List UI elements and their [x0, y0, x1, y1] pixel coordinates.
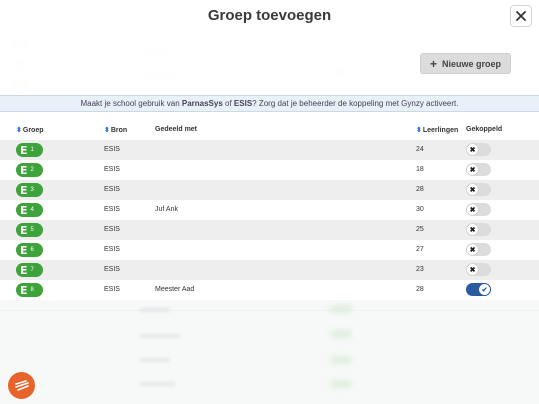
- table-row: E 1 ESIS 24 ✖: [0, 140, 539, 160]
- sort-icon: ⬍: [16, 127, 22, 134]
- plus-icon: +: [429, 56, 437, 71]
- header-shared: Gedeeld met: [155, 126, 197, 133]
- new-group-button[interactable]: + Nieuwe groep: [420, 53, 511, 74]
- cross-icon: ✖: [467, 164, 478, 175]
- linked-toggle[interactable]: ✖: [466, 263, 491, 276]
- badge-number: 3: [30, 187, 34, 193]
- integration-notice: Maakt je school gebruik van ParnasSys of…: [0, 95, 539, 112]
- students-cell: 28: [416, 186, 424, 193]
- modal-title: Groep toevoegen: [207, 7, 332, 24]
- header-shared-label: Gedeeld met: [155, 126, 198, 133]
- header-source-label: Bron: [110, 126, 128, 134]
- linked-toggle[interactable]: ✔: [466, 283, 491, 296]
- cross-icon: ✖: [467, 244, 478, 255]
- table-row: E 3 ESIS 28 ✖: [0, 180, 539, 200]
- check-icon: ✔: [479, 284, 490, 295]
- group-badge: E8: [16, 283, 43, 297]
- students-cell: 23: [416, 266, 424, 273]
- source-cell: ESIS: [104, 266, 120, 273]
- badge-letter: E: [20, 183, 28, 197]
- new-group-label: Nieuwe groep: [442, 58, 502, 69]
- badge-number: 8: [30, 287, 34, 293]
- badge-number: 7: [30, 267, 34, 273]
- notice-system2: ESIS: [233, 99, 253, 108]
- group-badge: E3: [16, 183, 43, 197]
- table-row: E 2 ESIS 18 ✖: [0, 160, 539, 180]
- linked-toggle[interactable]: ✖: [466, 163, 491, 176]
- linked-toggle[interactable]: ✖: [466, 243, 491, 256]
- add-group-modal: Groep toevoegen + Nieuwe groep Maakt je …: [0, 0, 539, 300]
- table-row: E 6 ESIS 27 ✖: [0, 240, 539, 260]
- table-row: E 4 ESIS Juf Ank 30 ✖: [0, 200, 539, 220]
- table-header: ⬍ Groep ⬍ Bron Gedeeld met ⬍ Leerlingen Gek…: [0, 126, 539, 138]
- linked-toggle[interactable]: ✖: [466, 143, 491, 156]
- badge-letter: E: [20, 243, 28, 257]
- header-linked: Gekoppeld: [466, 126, 502, 133]
- badge-number: 1: [30, 147, 34, 153]
- header-linked-label: Gekoppeld: [466, 126, 503, 133]
- badge-number: 6: [30, 247, 34, 253]
- cross-icon: ✖: [467, 204, 478, 215]
- table-row: E 5 ESIS 25 ✖: [0, 220, 539, 240]
- linked-toggle[interactable]: ✖: [466, 223, 491, 236]
- notice-suffix: ? Zorg dat je beheerder de koppeling met…: [252, 99, 459, 108]
- linked-toggle[interactable]: ✖: [466, 183, 491, 196]
- header-source[interactable]: ⬍ Bron: [104, 126, 128, 135]
- cross-icon: ✖: [467, 224, 478, 235]
- close-icon: [516, 11, 526, 21]
- sort-icon: ⬍: [104, 127, 110, 134]
- group-badge: E1: [16, 143, 43, 157]
- students-cell: 25: [416, 226, 424, 233]
- shared-with-cell: Juf Ank: [155, 206, 178, 213]
- source-cell: ESIS: [104, 186, 120, 193]
- badge-letter: E: [20, 203, 28, 217]
- source-cell: ESIS: [104, 166, 120, 173]
- linked-toggle[interactable]: ✖: [466, 203, 491, 216]
- badge-number: 5: [30, 227, 34, 233]
- notice-system1: ParnasSys: [181, 99, 223, 108]
- cross-icon: ✖: [467, 184, 478, 195]
- shared-with-cell: Meester Aad: [155, 286, 195, 293]
- notice-prefix: Maakt je school gebruik van: [80, 99, 182, 108]
- group-badge: E2: [16, 163, 43, 177]
- students-cell: 24: [416, 146, 424, 153]
- group-badge: E7: [16, 263, 43, 277]
- sort-icon: ⬍: [416, 127, 422, 134]
- source-cell: ESIS: [104, 286, 120, 293]
- table-row: E 8 ESIS Meester Aad 28 ✔: [0, 280, 539, 300]
- group-badge: E4: [16, 203, 43, 217]
- cross-icon: ✖: [467, 144, 478, 155]
- header-students[interactable]: ⬍ Leerlingen: [416, 126, 459, 135]
- source-cell: ESIS: [104, 146, 120, 153]
- badge-letter: E: [20, 263, 28, 277]
- group-badge: E5: [16, 223, 43, 237]
- badge-letter: E: [20, 223, 28, 237]
- badge-letter: E: [20, 283, 28, 297]
- gynzy-logo-icon: [14, 379, 29, 391]
- students-cell: 28: [416, 286, 424, 293]
- students-cell: 30: [416, 206, 424, 213]
- notice-mid: of: [222, 99, 234, 108]
- header-students-label: Leerlingen: [422, 126, 459, 134]
- group-badge: E6: [16, 243, 43, 257]
- header-group-label: Groep: [22, 126, 44, 134]
- badge-number: 4: [30, 207, 34, 213]
- source-cell: ESIS: [104, 226, 120, 233]
- modal-header: Groep toevoegen: [0, 0, 539, 32]
- table-row: E 7 ESIS 23 ✖: [0, 260, 539, 280]
- source-cell: ESIS: [104, 206, 120, 213]
- students-cell: 27: [416, 246, 424, 253]
- badge-letter: E: [20, 143, 28, 157]
- badge-letter: E: [20, 163, 28, 177]
- source-cell: ESIS: [104, 246, 120, 253]
- students-cell: 18: [416, 166, 424, 173]
- badge-number: 2: [30, 167, 34, 173]
- header-group[interactable]: ⬍ Groep: [16, 126, 44, 135]
- gynzy-logo-button[interactable]: [8, 372, 35, 399]
- cross-icon: ✖: [467, 264, 478, 275]
- close-button[interactable]: [510, 5, 532, 27]
